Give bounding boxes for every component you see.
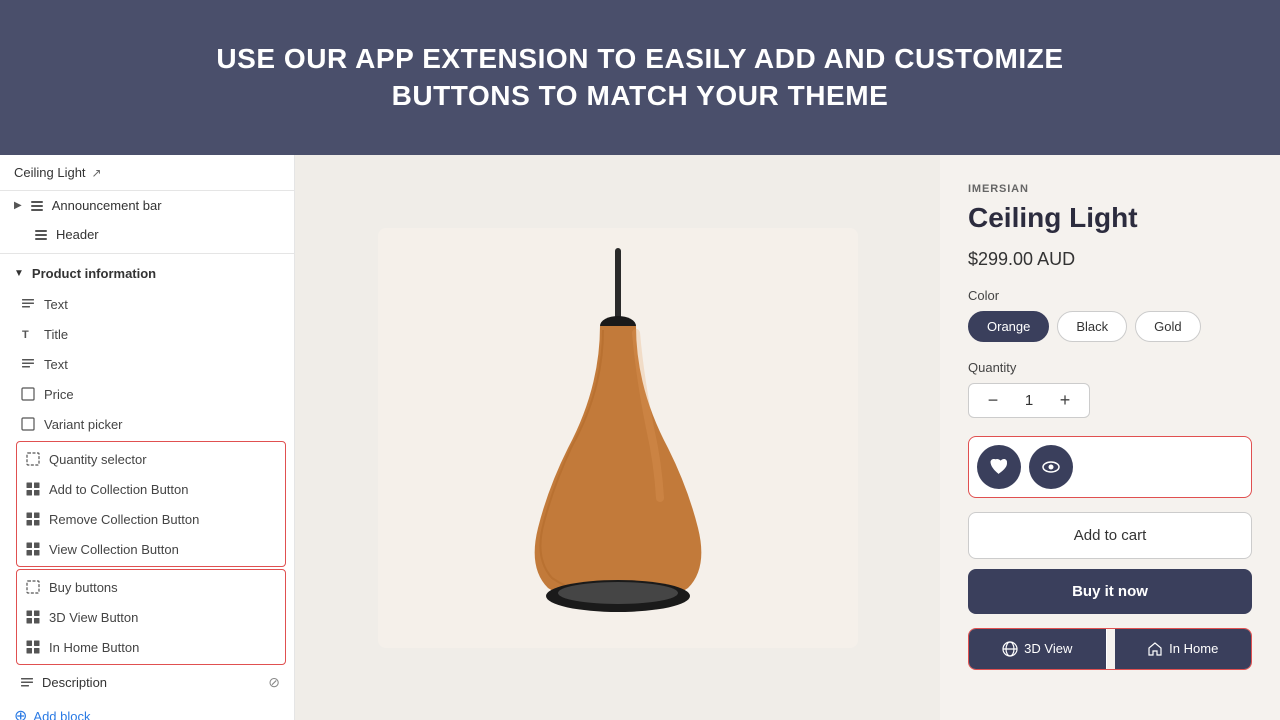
sidebar-price-label: Price: [44, 387, 74, 402]
product-image-section: [295, 155, 940, 720]
text-lines-icon-2: [20, 356, 36, 372]
brand-name: IMERSIAN: [968, 183, 1252, 195]
sidebar-item-remove-collection[interactable]: Remove Collection Button: [17, 504, 285, 534]
quantity-label: Quantity: [968, 360, 1252, 375]
sidebar-item-quantity-selector[interactable]: Quantity selector: [17, 444, 285, 474]
color-option-gold[interactable]: Gold: [1135, 311, 1200, 342]
sidebar-item-variant-picker[interactable]: Variant picker: [0, 409, 294, 439]
price-icon: [20, 386, 36, 402]
sidebar-item-title[interactable]: T Title: [0, 319, 294, 349]
header-label: Header: [56, 227, 99, 242]
add-to-cart-button[interactable]: Add to cart: [968, 512, 1252, 559]
collection-action-buttons: [968, 436, 1252, 498]
red-group-collection: Quantity selector Add to Collection Butt…: [16, 441, 286, 567]
chevron-down-icon: ▼: [14, 268, 24, 279]
external-link-icon: ↗: [92, 166, 102, 180]
sidebar-3d-view-label: 3D View Button: [49, 610, 138, 625]
buy-now-button[interactable]: Buy it now: [968, 569, 1252, 614]
in-home-button[interactable]: In Home: [1115, 629, 1252, 669]
quantity-value: 1: [1019, 392, 1039, 409]
page-title-label: Ceiling Light: [14, 165, 86, 180]
product-image-box: [378, 228, 858, 648]
in-home-button-label: In Home: [1169, 641, 1218, 656]
sidebar-text-1-label: Text: [44, 297, 68, 312]
quantity-selector-icon: [25, 451, 41, 467]
color-option-orange[interactable]: Orange: [968, 311, 1049, 342]
product-info-label: Product information: [32, 266, 156, 281]
3d-view-button-icon: [1002, 641, 1018, 657]
view-collection-button[interactable]: [1029, 445, 1073, 489]
sidebar-item-3d-view[interactable]: 3D View Button: [17, 602, 285, 632]
in-home-icon: [25, 639, 41, 655]
announcement-bar-label: Announcement bar: [52, 198, 162, 213]
divider-1: [0, 253, 294, 254]
quantity-decrease-button[interactable]: −: [983, 390, 1003, 411]
buy-buttons-icon: [25, 579, 41, 595]
sidebar-item-price[interactable]: Price: [0, 379, 294, 409]
sidebar-item-add-collection[interactable]: Add to Collection Button: [17, 474, 285, 504]
add-block-label: Add block: [33, 709, 90, 720]
sidebar-item-buy-buttons[interactable]: Buy buttons: [17, 572, 285, 602]
description-icon: [20, 676, 34, 690]
sidebar-page-title-row[interactable]: Ceiling Light ↗: [0, 155, 294, 191]
sidebar-item-text-2[interactable]: Text: [0, 349, 294, 379]
in-home-button-icon: [1147, 641, 1163, 657]
color-option-black[interactable]: Black: [1057, 311, 1127, 342]
description-label: Description: [42, 675, 107, 690]
color-options: Orange Black Gold: [968, 311, 1252, 342]
sidebar-item-header[interactable]: Header: [0, 220, 294, 249]
sidebar-item-text-1[interactable]: Text: [0, 289, 294, 319]
chevron-right-icon: ▶: [14, 200, 22, 211]
sidebar-product-info-header[interactable]: ▼ Product information: [0, 258, 294, 289]
sidebar-view-collection-label: View Collection Button: [49, 542, 179, 557]
sidebar-add-collection-label: Add to Collection Button: [49, 482, 188, 497]
3d-view-button[interactable]: 3D View: [969, 629, 1107, 669]
main-area: Ceiling Light ↗ ▶ Announcement bar Heade…: [0, 155, 1280, 720]
add-to-wishlist-button[interactable]: [977, 445, 1021, 489]
product-image: [488, 248, 748, 628]
sidebar-variant-picker-label: Variant picker: [44, 417, 123, 432]
red-group-buy: Buy buttons 3D View Button In Home Butto…: [16, 569, 286, 665]
sidebar-quantity-selector-label: Quantity selector: [49, 452, 147, 467]
3d-view-icon: [25, 609, 41, 625]
sidebar-buy-buttons-label: Buy buttons: [49, 580, 118, 595]
content-area: IMERSIAN Ceiling Light $299.00 AUD Color…: [295, 155, 1280, 720]
sidebar: Ceiling Light ↗ ▶ Announcement bar Heade…: [0, 155, 295, 720]
plus-circle-icon: ⊕: [14, 706, 27, 720]
title-icon: T: [20, 326, 36, 342]
svg-text:T: T: [22, 329, 29, 341]
banner: USE OUR APP EXTENSION TO EASILY ADD AND …: [0, 0, 1280, 155]
eye-icon: [1041, 457, 1061, 477]
remove-collection-icon: [25, 511, 41, 527]
sidebar-item-announcement-bar[interactable]: ▶ Announcement bar: [0, 191, 294, 220]
3d-view-button-label: 3D View: [1024, 641, 1072, 656]
color-label: Color: [968, 288, 1252, 303]
product-title: Ceiling Light: [968, 201, 1252, 235]
variant-picker-icon: [20, 416, 36, 432]
product-details: IMERSIAN Ceiling Light $299.00 AUD Color…: [940, 155, 1280, 720]
sidebar-remove-collection-label: Remove Collection Button: [49, 512, 199, 527]
hide-icon[interactable]: ⊘: [268, 674, 280, 691]
text-lines-icon: [20, 296, 36, 312]
view-buttons-row: 3D View In Home: [968, 628, 1252, 670]
add-collection-icon: [25, 481, 41, 497]
announcement-bar-icon: [30, 199, 44, 213]
sidebar-text-2-label: Text: [44, 357, 68, 372]
banner-line1: USE OUR APP EXTENSION TO EASILY ADD AND …: [216, 41, 1063, 77]
view-collection-icon: [25, 541, 41, 557]
heart-icon: [989, 457, 1009, 477]
sidebar-title-label: Title: [44, 327, 68, 342]
quantity-control: − 1 +: [968, 383, 1090, 418]
header-icon: [34, 228, 48, 242]
quantity-increase-button[interactable]: +: [1055, 390, 1075, 411]
sidebar-item-description[interactable]: Description ⊘: [0, 667, 294, 698]
banner-line2: BUTTONS TO MATCH YOUR THEME: [216, 78, 1063, 114]
product-price: $299.00 AUD: [968, 249, 1252, 270]
sidebar-item-view-collection[interactable]: View Collection Button: [17, 534, 285, 564]
add-block-button[interactable]: ⊕ Add block: [0, 698, 294, 720]
sidebar-in-home-label: In Home Button: [49, 640, 139, 655]
sidebar-item-in-home[interactable]: In Home Button: [17, 632, 285, 662]
